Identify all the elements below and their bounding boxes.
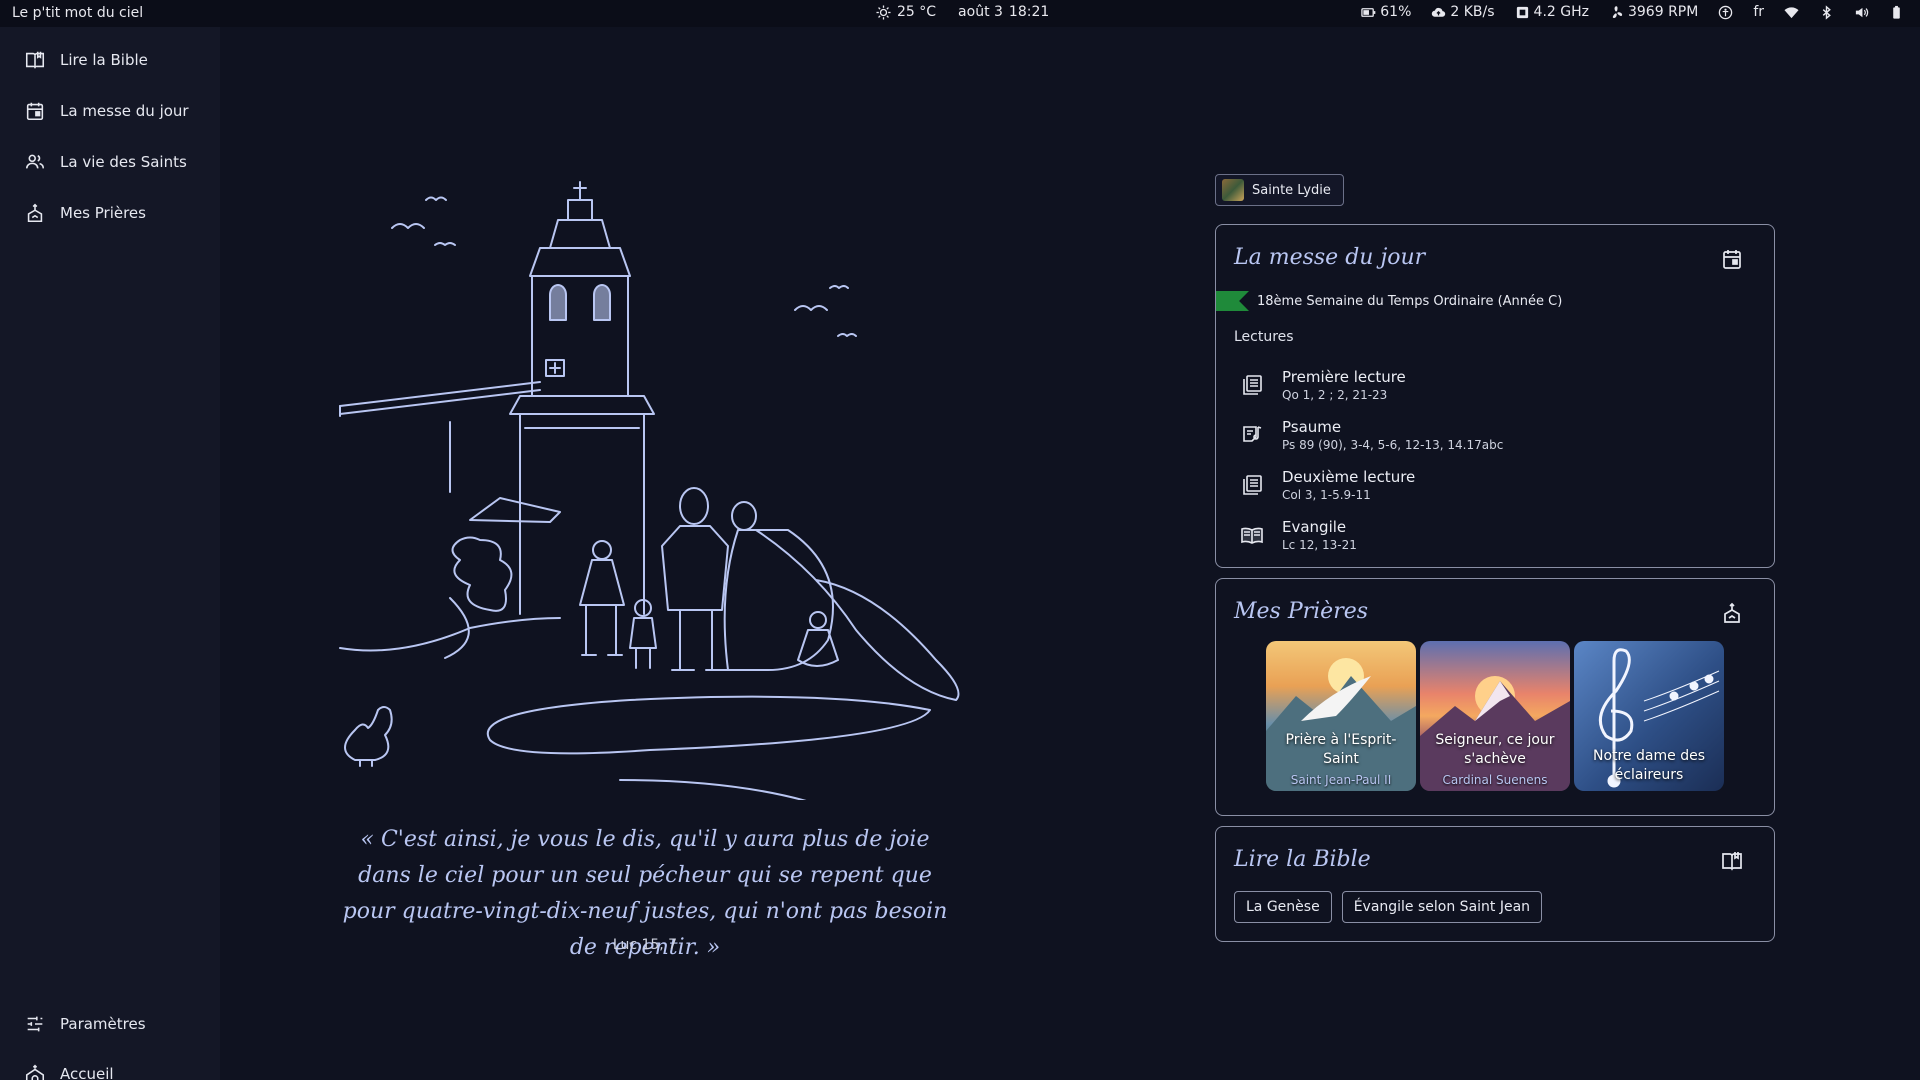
weather[interactable]: 25 °C [876,4,936,20]
quote-reference: Luc 15, 7 [612,937,678,953]
lectures-label: Lectures [1234,329,1294,345]
prayers-card[interactable]: Mes Prières Prière à l'Esprit-Saint Sain… [1215,578,1775,816]
document-lines-icon [1243,375,1262,395]
volume-icon [1855,7,1869,17]
battery-indicator[interactable]: 61% [1361,4,1411,20]
prayer-card-esprit-saint[interactable]: Prière à l'Esprit-Saint Saint Jean-Paul … [1266,641,1416,791]
accessibility-icon [1719,5,1733,19]
saint-of-day-chip[interactable]: Sainte Lydie [1215,174,1344,206]
sidebar-item-prayers[interactable]: Mes Prières [0,190,220,236]
cloud-upload-icon [1432,7,1446,17]
sidebar-item-label: La vie des Saints [60,153,187,171]
sidebar-item-label: Paramètres [60,1015,146,1033]
prayers-card-title: Mes Prières [1234,599,1369,624]
battery-vertical-icon [1893,5,1900,19]
bible-book-list: La Genèse Évangile selon Saint Jean [1234,891,1543,923]
prayer-list: Prière à l'Esprit-Saint Saint Jean-Paul … [1266,641,1724,791]
sidebar: Lire la Bible La messe du jour La vie de… [0,27,220,1080]
reading-psalm[interactable]: Psaume Ps 89 (90), 3-4, 5-6, 12-13, 14.17… [1240,413,1503,457]
clock-area[interactable]: 25 °C août 3 18:21 [876,4,1049,20]
volume-indicator[interactable] [1854,5,1869,20]
cpu-icon [1516,6,1528,18]
calendar-icon [26,102,44,121]
wifi-icon [1784,6,1799,18]
sidebar-item-label: Lire la Bible [60,51,148,69]
church-wedding-illustration [339,181,960,800]
sun-icon [876,4,891,20]
sidebar-item-label: Accueil [60,1065,114,1080]
liturgical-color-flag [1216,291,1249,311]
bible-book-genese[interactable]: La Genèse [1234,891,1332,923]
reading-second[interactable]: Deuxième lecture Col 3, 1-5.9-11 [1240,463,1415,507]
bible-card[interactable]: Lire la Bible La Genèse Évangile selon S… [1215,826,1775,942]
sidebar-item-settings[interactable]: Paramètres [0,1001,220,1047]
saint-avatar [1222,179,1244,201]
people-icon [25,154,45,169]
top-bar: Le p'tit mot du ciel 25 °C août 3 18:21 … [0,0,1920,27]
open-book-icon [1241,527,1263,544]
fan-icon [1612,5,1623,18]
bible-card-title: Lire la Bible [1234,847,1371,872]
mass-card[interactable]: La messe du jour 18ème Semaine du Temps … [1215,224,1775,568]
book-open-icon[interactable] [1720,849,1744,873]
book-open-icon [25,51,45,69]
sidebar-item-bible[interactable]: Lire la Bible [0,37,220,83]
sidebar-item-label: Mes Prières [60,204,146,222]
church-home-icon [25,1064,45,1080]
saint-name: Sainte Lydie [1252,182,1331,198]
accessibility-indicator[interactable] [1718,5,1733,20]
network-speed-indicator[interactable]: 2 KB/s [1431,4,1495,20]
sliders-icon [27,1016,43,1032]
document-lines-icon [1243,475,1262,495]
praying-hands-icon[interactable] [1720,601,1744,625]
prayer-card-notre-dame[interactable]: Notre dame des éclaireurs [1574,641,1724,791]
wifi-indicator[interactable] [1784,5,1799,20]
prayer-card-jour-acheve[interactable]: Seigneur, ce jour s'achève Cardinal Suen… [1420,641,1570,791]
bluetooth-indicator[interactable] [1819,4,1834,20]
date-time[interactable]: août 3 18:21 [958,4,1049,20]
fan-indicator[interactable]: 3969 RPM [1609,4,1698,20]
battery-icon [1361,7,1376,17]
app-title: Le p'tit mot du ciel [12,5,144,21]
bible-book-jean[interactable]: Évangile selon Saint Jean [1341,891,1543,923]
sidebar-item-home[interactable]: Accueil [0,1051,220,1080]
mass-card-title: La messe du jour [1234,245,1426,270]
sidebar-item-saints[interactable]: La vie des Saints [0,139,220,185]
system-tray: 61% 2 KB/s 4.2 GHz 3969 RPM fr [1361,4,1904,20]
language-indicator[interactable]: fr [1753,4,1764,20]
sidebar-item-mass[interactable]: La messe du jour [0,88,220,134]
calendar-icon[interactable] [1720,247,1744,271]
reading-first[interactable]: Première lecture Qo 1, 2 ; 2, 21-23 [1240,363,1406,407]
music-note-doc-icon [1243,426,1262,442]
reading-gospel[interactable]: Evangile Lc 12, 13-21 [1240,513,1357,557]
cpu-indicator[interactable]: 4.2 GHz [1515,4,1589,20]
power-indicator[interactable] [1889,5,1904,20]
praying-hands-icon [27,203,43,223]
bluetooth-icon [1822,4,1831,20]
liturgical-week: 18ème Semaine du Temps Ordinaire (Année … [1216,291,1562,311]
sidebar-item-label: La messe du jour [60,102,189,120]
